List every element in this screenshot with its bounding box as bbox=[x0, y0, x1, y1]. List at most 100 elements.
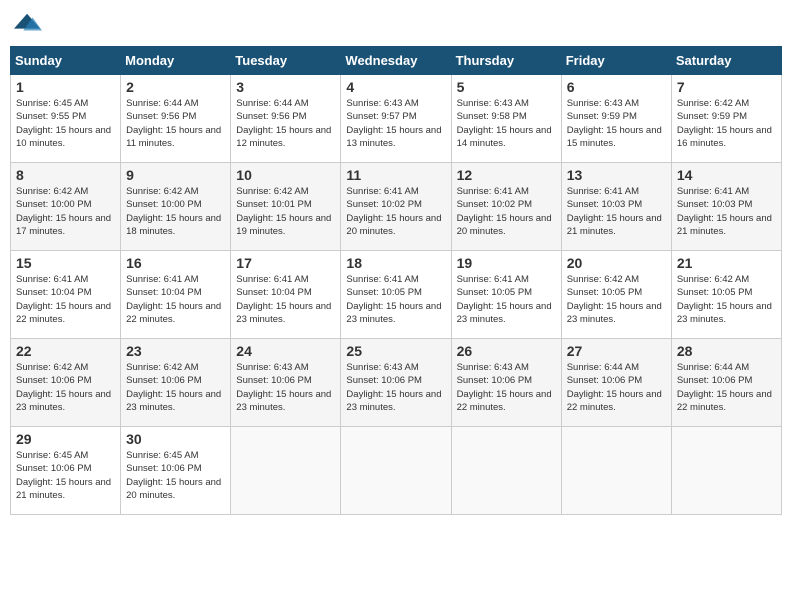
logo-icon bbox=[14, 10, 42, 38]
calendar-cell bbox=[341, 427, 451, 515]
day-info: Sunrise: 6:44 AMSunset: 9:56 PMDaylight:… bbox=[126, 97, 225, 150]
calendar-cell: 11 Sunrise: 6:41 AMSunset: 10:02 PMDaylig… bbox=[341, 163, 451, 251]
day-info: Sunrise: 6:42 AMSunset: 10:06 PMDaylight… bbox=[16, 361, 115, 414]
day-info: Sunrise: 6:45 AMSunset: 10:06 PMDaylight… bbox=[126, 449, 225, 502]
day-number: 29 bbox=[16, 431, 115, 447]
day-info: Sunrise: 6:42 AMSunset: 10:01 PMDaylight… bbox=[236, 185, 335, 238]
calendar-cell: 18Sunrise: 6:41 AMSunset: 10:05 PMDaylig… bbox=[341, 251, 451, 339]
day-number: 15 bbox=[16, 255, 115, 271]
calendar-cell: 28 Sunrise: 6:44 AMSunset: 10:06 PMDaylig… bbox=[671, 339, 781, 427]
calendar-week-row: 8 Sunrise: 6:42 AMSunset: 10:00 PMDayligh… bbox=[11, 163, 782, 251]
day-number: 20 bbox=[567, 255, 666, 271]
day-number: 25 bbox=[346, 343, 445, 359]
calendar-cell: 24 Sunrise: 6:43 AMSunset: 10:06 PMDaylig… bbox=[231, 339, 341, 427]
calendar-cell: 30 Sunrise: 6:45 AMSunset: 10:06 PMDaylig… bbox=[121, 427, 231, 515]
calendar-cell: 20 Sunrise: 6:42 AMSunset: 10:05 PMDaylig… bbox=[561, 251, 671, 339]
day-info: Sunrise: 6:43 AMSunset: 9:58 PMDaylight:… bbox=[457, 97, 556, 150]
day-info: Sunrise: 6:45 AMSunset: 9:55 PMDaylight:… bbox=[16, 97, 115, 150]
day-info: Sunrise: 6:43 AMSunset: 9:59 PMDaylight:… bbox=[567, 97, 666, 150]
calendar-cell: 25 Sunrise: 6:43 AMSunset: 10:06 PMDaylig… bbox=[341, 339, 451, 427]
day-number: 22 bbox=[16, 343, 115, 359]
calendar-cell: 29 Sunrise: 6:45 AMSunset: 10:06 PMDaylig… bbox=[11, 427, 121, 515]
day-info: Sunrise: 6:41 AMSunset: 10:02 PMDaylight… bbox=[346, 185, 445, 238]
day-number: 26 bbox=[457, 343, 556, 359]
calendar-cell: 26 Sunrise: 6:43 AMSunset: 10:06 PMDaylig… bbox=[451, 339, 561, 427]
calendar-table: Sunday Monday Tuesday Wednesday Thursday… bbox=[10, 46, 782, 515]
day-info: Sunrise: 6:41 AMSunset: 10:04 PMDaylight… bbox=[16, 273, 115, 326]
day-info: Sunrise: 6:42 AMSunset: 10:06 PMDaylight… bbox=[126, 361, 225, 414]
day-number: 2 bbox=[126, 79, 225, 95]
day-number: 17 bbox=[236, 255, 335, 271]
calendar-week-row: 29 Sunrise: 6:45 AMSunset: 10:06 PMDaylig… bbox=[11, 427, 782, 515]
header-sunday: Sunday bbox=[11, 47, 121, 75]
header-friday: Friday bbox=[561, 47, 671, 75]
calendar-cell: 6 Sunrise: 6:43 AMSunset: 9:59 PMDaylight… bbox=[561, 75, 671, 163]
day-number: 11 bbox=[346, 167, 445, 183]
calendar-cell: 3Sunrise: 6:44 AMSunset: 9:56 PMDaylight… bbox=[231, 75, 341, 163]
calendar-cell: 1 Sunrise: 6:45 AMSunset: 9:55 PMDaylight… bbox=[11, 75, 121, 163]
calendar-cell: 21Sunrise: 6:42 AMSunset: 10:05 PMDaylig… bbox=[671, 251, 781, 339]
day-info: Sunrise: 6:44 AMSunset: 10:06 PMDaylight… bbox=[677, 361, 776, 414]
day-info: Sunrise: 6:42 AMSunset: 9:59 PMDaylight:… bbox=[677, 97, 776, 150]
calendar-cell: 8 Sunrise: 6:42 AMSunset: 10:00 PMDayligh… bbox=[11, 163, 121, 251]
calendar-cell: 27 Sunrise: 6:44 AMSunset: 10:06 PMDaylig… bbox=[561, 339, 671, 427]
day-number: 1 bbox=[16, 79, 115, 95]
calendar-cell: 10 Sunrise: 6:42 AMSunset: 10:01 PMDaylig… bbox=[231, 163, 341, 251]
day-info: Sunrise: 6:41 AMSunset: 10:05 PMDaylight… bbox=[346, 273, 445, 326]
calendar-cell: 7 Sunrise: 6:42 AMSunset: 9:59 PMDaylight… bbox=[671, 75, 781, 163]
day-number: 27 bbox=[567, 343, 666, 359]
day-number: 12 bbox=[457, 167, 556, 183]
logo bbox=[14, 10, 46, 38]
day-number: 30 bbox=[126, 431, 225, 447]
day-info: Sunrise: 6:44 AMSunset: 10:06 PMDaylight… bbox=[567, 361, 666, 414]
calendar-cell: 17 Sunrise: 6:41 AMSunset: 10:04 PMDaylig… bbox=[231, 251, 341, 339]
calendar-cell: 4Sunrise: 6:43 AMSunset: 9:57 PMDaylight… bbox=[341, 75, 451, 163]
calendar-week-row: 22 Sunrise: 6:42 AMSunset: 10:06 PMDaylig… bbox=[11, 339, 782, 427]
calendar-cell: 5 Sunrise: 6:43 AMSunset: 9:58 PMDaylight… bbox=[451, 75, 561, 163]
calendar-cell: 12 Sunrise: 6:41 AMSunset: 10:02 PMDaylig… bbox=[451, 163, 561, 251]
header-tuesday: Tuesday bbox=[231, 47, 341, 75]
calendar-week-row: 15 Sunrise: 6:41 AMSunset: 10:04 PMDaylig… bbox=[11, 251, 782, 339]
calendar-cell: 15 Sunrise: 6:41 AMSunset: 10:04 PMDaylig… bbox=[11, 251, 121, 339]
calendar-cell: 23 Sunrise: 6:42 AMSunset: 10:06 PMDaylig… bbox=[121, 339, 231, 427]
page-header bbox=[10, 10, 782, 38]
day-info: Sunrise: 6:43 AMSunset: 10:06 PMDaylight… bbox=[457, 361, 556, 414]
calendar-week-row: 1 Sunrise: 6:45 AMSunset: 9:55 PMDaylight… bbox=[11, 75, 782, 163]
calendar-cell: 22 Sunrise: 6:42 AMSunset: 10:06 PMDaylig… bbox=[11, 339, 121, 427]
day-info: Sunrise: 6:41 AMSunset: 10:04 PMDaylight… bbox=[126, 273, 225, 326]
header-thursday: Thursday bbox=[451, 47, 561, 75]
day-info: Sunrise: 6:43 AMSunset: 9:57 PMDaylight:… bbox=[346, 97, 445, 150]
calendar-cell: 2 Sunrise: 6:44 AMSunset: 9:56 PMDaylight… bbox=[121, 75, 231, 163]
day-info: Sunrise: 6:42 AMSunset: 10:05 PMDaylight… bbox=[567, 273, 666, 326]
day-number: 5 bbox=[457, 79, 556, 95]
day-number: 24 bbox=[236, 343, 335, 359]
header-wednesday: Wednesday bbox=[341, 47, 451, 75]
calendar-cell bbox=[451, 427, 561, 515]
day-number: 19 bbox=[457, 255, 556, 271]
day-info: Sunrise: 6:42 AMSunset: 10:00 PMDaylight… bbox=[16, 185, 115, 238]
day-info: Sunrise: 6:41 AMSunset: 10:04 PMDaylight… bbox=[236, 273, 335, 326]
day-info: Sunrise: 6:42 AMSunset: 10:05 PMDaylight… bbox=[677, 273, 776, 326]
day-info: Sunrise: 6:45 AMSunset: 10:06 PMDaylight… bbox=[16, 449, 115, 502]
calendar-cell bbox=[561, 427, 671, 515]
day-number: 3 bbox=[236, 79, 335, 95]
day-number: 7 bbox=[677, 79, 776, 95]
calendar-cell bbox=[671, 427, 781, 515]
day-number: 14 bbox=[677, 167, 776, 183]
day-number: 10 bbox=[236, 167, 335, 183]
calendar-cell: 19 Sunrise: 6:41 AMSunset: 10:05 PMDaylig… bbox=[451, 251, 561, 339]
day-number: 8 bbox=[16, 167, 115, 183]
day-info: Sunrise: 6:41 AMSunset: 10:05 PMDaylight… bbox=[457, 273, 556, 326]
day-number: 23 bbox=[126, 343, 225, 359]
day-info: Sunrise: 6:43 AMSunset: 10:06 PMDaylight… bbox=[236, 361, 335, 414]
day-number: 28 bbox=[677, 343, 776, 359]
day-number: 9 bbox=[126, 167, 225, 183]
calendar-cell: 9Sunrise: 6:42 AMSunset: 10:00 PMDayligh… bbox=[121, 163, 231, 251]
day-info: Sunrise: 6:41 AMSunset: 10:03 PMDaylight… bbox=[567, 185, 666, 238]
header-saturday: Saturday bbox=[671, 47, 781, 75]
day-info: Sunrise: 6:43 AMSunset: 10:06 PMDaylight… bbox=[346, 361, 445, 414]
day-info: Sunrise: 6:41 AMSunset: 10:02 PMDaylight… bbox=[457, 185, 556, 238]
calendar-cell bbox=[231, 427, 341, 515]
calendar-cell: 16Sunrise: 6:41 AMSunset: 10:04 PMDaylig… bbox=[121, 251, 231, 339]
day-number: 6 bbox=[567, 79, 666, 95]
